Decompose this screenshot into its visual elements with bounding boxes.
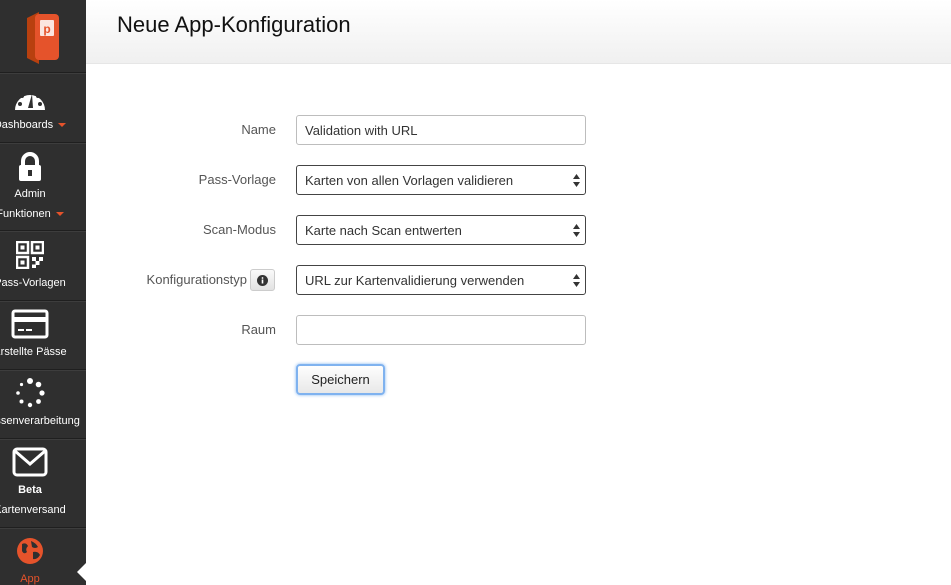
scan-mode-label: Scan-Modus (203, 222, 276, 237)
active-item-pointer (77, 562, 86, 582)
sidebar-item-admin[interactable]: Admin Funktionen (0, 143, 86, 231)
lock-icon (0, 152, 60, 182)
select-arrows-icon (573, 224, 580, 237)
select-arrows-icon (573, 174, 580, 187)
select-arrows-icon (573, 274, 580, 287)
sidebar-item-label: Admin (14, 188, 46, 200)
qr-code-icon (0, 241, 60, 269)
sidebar-item-bulk-processing[interactable]: Massenverarbeitung (0, 370, 86, 439)
credit-card-icon (0, 309, 60, 339)
form-row-room: Raum (86, 315, 951, 345)
pass-template-selected: Karten von allen Vorlagen validieren (305, 173, 514, 188)
form-row-pass-template: Pass-Vorlage Karten von allen Vorlagen v… (86, 165, 951, 195)
sidebar-item-app[interactable]: App (0, 528, 86, 585)
sidebar-item-label: Kartenversand (0, 504, 66, 516)
beta-badge: Beta (18, 484, 42, 496)
globe-icon (0, 537, 60, 565)
page-header: Neue App-Konfiguration (86, 0, 951, 64)
sidebar-item-dashboards[interactable]: Dashboards (0, 73, 86, 143)
passcreator-logo-icon: p (27, 12, 59, 64)
name-label: Name (241, 122, 276, 137)
save-button[interactable]: Speichern (296, 364, 385, 395)
sidebar-item-created-passes[interactable]: Erstellte Pässe (0, 301, 86, 370)
room-label: Raum (241, 322, 276, 337)
form-row-config-type: Konfigurationstyp URL zur Kartenvalidier… (86, 265, 951, 295)
chevron-down-icon (58, 123, 67, 128)
sidebar: p Dashboards Admin Funktionen (0, 0, 86, 585)
sidebar-item-label: Pass-Vorlagen (0, 277, 66, 289)
pass-template-label: Pass-Vorlage (198, 172, 276, 187)
sidebar-item-pass-templates[interactable]: Pass-Vorlagen (0, 231, 86, 301)
speedometer-icon (0, 84, 60, 114)
pass-template-select[interactable]: Karten von allen Vorlagen validieren (296, 165, 586, 195)
config-type-label: Konfigurationstyp (146, 272, 247, 287)
form-row-name: Name Validation with URL (86, 115, 951, 145)
sidebar-item-label: Massenverarbeitung (0, 415, 80, 427)
form-row-scan-mode: Scan-Modus Karte nach Scan entwerten (86, 215, 951, 245)
sidebar-item-label: App (20, 573, 40, 585)
sidebar-item-label: Dashboards (0, 119, 54, 131)
config-type-select[interactable]: URL zur Kartenvalidierung verwenden (296, 265, 586, 295)
name-input[interactable]: Validation with URL (296, 115, 586, 145)
scan-mode-selected: Karte nach Scan entwerten (305, 223, 462, 238)
info-button[interactable] (250, 269, 275, 291)
envelope-icon (0, 447, 60, 477)
spinner-icon (0, 377, 60, 409)
room-input[interactable] (296, 315, 586, 345)
app-logo[interactable]: p (0, 0, 86, 73)
config-type-selected: URL zur Kartenvalidierung verwenden (305, 273, 525, 288)
page-title: Neue App-Konfiguration (117, 12, 351, 37)
chevron-down-icon (55, 212, 64, 217)
svg-text:p: p (43, 22, 50, 36)
info-icon (257, 274, 268, 286)
sidebar-item-label: Erstellte Pässe (0, 346, 67, 358)
sidebar-item-card-delivery[interactable]: Beta Kartenversand (0, 439, 86, 528)
sidebar-item-label: Funktionen (0, 208, 51, 220)
scan-mode-select[interactable]: Karte nach Scan entwerten (296, 215, 586, 245)
